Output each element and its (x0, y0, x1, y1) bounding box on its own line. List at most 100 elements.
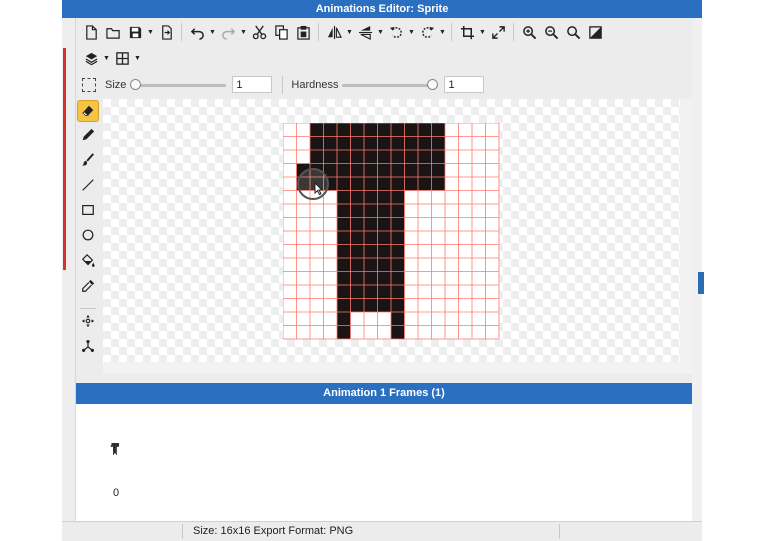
frame-thumbnail[interactable] (110, 441, 122, 457)
sprite-pixel[interactable] (364, 204, 378, 218)
sprite-pixel[interactable] (404, 150, 419, 164)
layers-button[interactable] (80, 47, 102, 69)
sprite-pixel[interactable] (350, 244, 365, 259)
rotate-ccw-dropdown-arrow[interactable]: ▼ (407, 21, 416, 43)
sprite-pixel[interactable] (377, 244, 392, 259)
sprite-pixel[interactable] (391, 312, 405, 326)
brush-tool[interactable] (77, 149, 99, 171)
sprite-pixel[interactable] (404, 123, 419, 137)
sprite-pixel[interactable] (431, 123, 446, 137)
rotate-cw-button[interactable] (416, 21, 438, 43)
paste-button[interactable] (292, 21, 314, 43)
flip-vertical-dropdown-arrow[interactable]: ▼ (376, 21, 385, 43)
sprite-pixel[interactable] (337, 312, 351, 326)
open-folder-button[interactable] (102, 21, 124, 43)
flip-vertical-button[interactable] (354, 21, 376, 43)
sprite-pixel[interactable] (337, 190, 351, 205)
sprite-pixel[interactable] (337, 204, 351, 218)
sprite-pixel[interactable] (337, 231, 351, 245)
cut-button[interactable] (248, 21, 270, 43)
sprite-pixel[interactable] (418, 163, 432, 178)
undo-button[interactable] (186, 21, 208, 43)
sprite-pixel[interactable] (391, 298, 405, 313)
copy-button[interactable] (270, 21, 292, 43)
sprite-pixel[interactable] (350, 285, 365, 299)
sprite-pixel[interactable] (391, 204, 405, 218)
export-button[interactable] (155, 21, 177, 43)
sprite-pixel[interactable] (377, 217, 392, 232)
ellipse-tool[interactable] (77, 224, 99, 246)
sprite-pixel[interactable] (418, 136, 432, 151)
crop-dropdown-arrow[interactable]: ▼ (478, 21, 487, 43)
sprite-pixel[interactable] (377, 285, 392, 299)
sprite-pixel[interactable] (377, 271, 392, 286)
sprite-pixel[interactable] (310, 123, 324, 137)
layers-dropdown-arrow[interactable]: ▼ (102, 47, 111, 69)
invert-button[interactable] (584, 21, 606, 43)
flip-horizontal-button[interactable] (323, 21, 345, 43)
sprite-pixel[interactable] (377, 150, 392, 164)
grid-dropdown-arrow[interactable]: ▼ (133, 47, 142, 69)
canvas-horizontal-scrollbar[interactable] (103, 362, 680, 374)
sprite-pixel[interactable] (364, 123, 378, 137)
eyedropper-tool[interactable] (77, 275, 99, 297)
sprite-pixel[interactable] (377, 177, 392, 191)
sprite-pixel[interactable] (391, 231, 405, 245)
sprite-pixel[interactable] (350, 177, 365, 191)
move-point-tool[interactable] (77, 310, 99, 332)
sprite-pixel[interactable] (337, 217, 351, 232)
sprite-pixel[interactable] (391, 217, 405, 232)
hardness-slider[interactable] (342, 78, 439, 92)
sprite-pixel[interactable] (364, 244, 378, 259)
sprite-pixel[interactable] (391, 150, 405, 164)
selection-icon[interactable] (82, 77, 96, 92)
sprite-pixel[interactable] (350, 217, 365, 232)
sprite-pixel[interactable] (337, 177, 351, 191)
sprite-pixel[interactable] (391, 136, 405, 151)
sprite-pixel[interactable] (404, 136, 419, 151)
sprite-pixel[interactable] (391, 258, 405, 272)
sprite-pixel[interactable] (391, 190, 405, 205)
sprite-pixel[interactable] (350, 271, 365, 286)
sprite-pixel[interactable] (350, 190, 365, 205)
save-button[interactable] (124, 21, 146, 43)
zoom-out-button[interactable] (540, 21, 562, 43)
sprite-pixel[interactable] (377, 298, 392, 313)
sprite-pixel[interactable] (377, 136, 392, 151)
rectangle-tool[interactable] (77, 199, 99, 221)
sprite-pixel[interactable] (431, 163, 446, 178)
sprite-pixel[interactable] (350, 298, 365, 313)
sprite-pixel[interactable] (377, 163, 392, 178)
sprite-pixel[interactable] (337, 285, 351, 299)
grid-button[interactable] (111, 47, 133, 69)
sprite-pixel[interactable] (431, 136, 446, 151)
sprite-pixel[interactable] (337, 325, 351, 340)
sprite-pixel[interactable] (364, 190, 378, 205)
sprite-pixel[interactable] (364, 298, 378, 313)
sprite-pixel[interactable] (337, 163, 351, 178)
zoom-in-button[interactable] (518, 21, 540, 43)
sprite-pixel[interactable] (337, 136, 351, 151)
sprite-pixel[interactable] (418, 150, 432, 164)
eraser-tool[interactable] (77, 100, 99, 122)
sprite-pixel[interactable] (391, 163, 405, 178)
sprite-pixel[interactable] (418, 123, 432, 137)
sprite-pixel[interactable] (323, 150, 338, 164)
sprite-pixel[interactable] (350, 258, 365, 272)
sprite-pixel[interactable] (431, 177, 446, 191)
undo-dropdown-arrow[interactable]: ▼ (208, 21, 217, 43)
sprite-pixel[interactable] (377, 258, 392, 272)
hardness-input[interactable]: 1 (444, 76, 485, 93)
sprite-pixel[interactable] (391, 123, 405, 137)
redo-button[interactable] (217, 21, 239, 43)
sprite-pixel[interactable] (364, 217, 378, 232)
crop-button[interactable] (456, 21, 478, 43)
sprite-pixel[interactable] (377, 204, 392, 218)
sprite-pixel[interactable] (350, 136, 365, 151)
sprite-pixel[interactable] (337, 271, 351, 286)
size-slider-knob[interactable] (130, 78, 142, 90)
sprite-pixel[interactable] (391, 285, 405, 299)
hardness-slider-knob[interactable] (427, 78, 439, 90)
sprite-pixel[interactable] (377, 231, 392, 245)
flip-horizontal-dropdown-arrow[interactable]: ▼ (345, 21, 354, 43)
